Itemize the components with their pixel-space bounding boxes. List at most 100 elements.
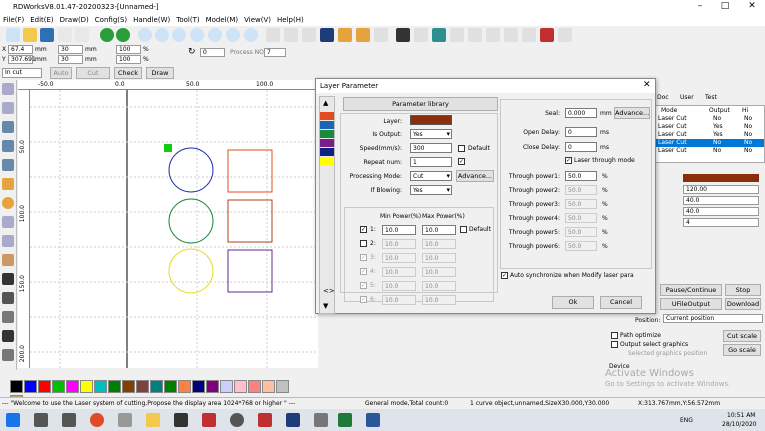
layer-color-item[interactable] bbox=[320, 112, 334, 120]
zoom-fit-icon[interactable] bbox=[172, 28, 186, 42]
power-row-checkbox[interactable]: ✓ bbox=[360, 226, 367, 233]
line-icon[interactable] bbox=[2, 121, 14, 133]
palette-color-swatch[interactable] bbox=[248, 380, 261, 393]
menu-view[interactable]: View(V) bbox=[241, 14, 274, 26]
curve-icon[interactable] bbox=[2, 159, 14, 171]
app6-icon[interactable] bbox=[314, 413, 328, 427]
menu-handle[interactable]: Handle(W) bbox=[130, 14, 173, 26]
min-power-field[interactable]: 10.0 bbox=[382, 281, 416, 291]
palette-color-swatch[interactable] bbox=[136, 380, 149, 393]
search-icon[interactable] bbox=[34, 413, 48, 427]
excel-icon[interactable] bbox=[338, 413, 352, 427]
point-icon[interactable] bbox=[2, 235, 14, 247]
layer-color-item[interactable] bbox=[320, 121, 334, 129]
close-icon[interactable]: ✕ bbox=[742, 1, 762, 11]
table-row[interactable]: Laser Cut Yes No bbox=[656, 131, 764, 139]
palette-color-swatch[interactable] bbox=[276, 380, 289, 393]
text-icon[interactable] bbox=[2, 216, 14, 228]
x-field[interactable]: 67.4 bbox=[8, 45, 33, 54]
seal-advance-button[interactable]: Advance... bbox=[614, 107, 650, 119]
download-button[interactable]: Download bbox=[725, 298, 761, 310]
table-row[interactable]: Laser Cut No No bbox=[656, 115, 764, 123]
dialog-close-icon[interactable]: ✕ bbox=[643, 80, 651, 90]
power-row-checkbox[interactable]: ✓ bbox=[360, 254, 367, 261]
measure-icon[interactable] bbox=[2, 349, 14, 361]
through-power-field[interactable]: 50.0 bbox=[565, 213, 597, 223]
stop-button[interactable]: Stop bbox=[725, 284, 761, 296]
palette-color-swatch[interactable] bbox=[234, 380, 247, 393]
repeat-field[interactable]: 1 bbox=[410, 157, 452, 167]
camera-icon[interactable] bbox=[396, 28, 410, 42]
cancel-button[interactable]: Cancel bbox=[600, 296, 642, 309]
layer-color-item[interactable] bbox=[320, 130, 334, 138]
undo-icon[interactable] bbox=[100, 28, 114, 42]
max-power-field[interactable]: 10.0 bbox=[422, 225, 456, 235]
zoom-page-icon[interactable] bbox=[190, 28, 204, 42]
auto-button[interactable]: Auto bbox=[50, 67, 72, 79]
drawing-canvas[interactable] bbox=[30, 90, 318, 368]
palette-color-swatch[interactable] bbox=[24, 380, 37, 393]
through-power-field[interactable]: 50.0 bbox=[565, 199, 597, 209]
rotate-icon[interactable]: ↻ bbox=[188, 47, 196, 57]
red-tool-icon[interactable] bbox=[540, 28, 554, 42]
chrome-icon[interactable] bbox=[90, 413, 104, 427]
export-icon[interactable] bbox=[75, 28, 89, 42]
tab-user[interactable]: User bbox=[680, 94, 694, 101]
palette-color-swatch[interactable] bbox=[164, 380, 177, 393]
advance-button[interactable]: Advance... bbox=[456, 170, 494, 182]
menu-tool[interactable]: Tool(T) bbox=[173, 14, 202, 26]
windows-start-icon[interactable] bbox=[6, 413, 20, 427]
through-power-field[interactable]: 50.0 bbox=[565, 227, 597, 237]
flip-icon[interactable] bbox=[2, 292, 14, 304]
scroll-up-icon[interactable]: ▲ bbox=[323, 99, 328, 107]
path-optimize-checkbox[interactable] bbox=[611, 332, 618, 339]
laser-through-checkbox[interactable]: ✓ bbox=[565, 157, 572, 164]
rect-tool-icon[interactable] bbox=[504, 28, 518, 42]
bitmap-icon[interactable] bbox=[2, 254, 14, 266]
ellipse-icon[interactable] bbox=[2, 197, 14, 209]
layer-color-box[interactable] bbox=[410, 115, 452, 125]
scroll-left-right-icon[interactable]: <> bbox=[323, 287, 335, 295]
smooth-icon[interactable] bbox=[284, 28, 298, 42]
palette-color-swatch[interactable] bbox=[192, 380, 205, 393]
cut-mode-select[interactable]: In cut bbox=[2, 68, 42, 78]
app3-icon[interactable] bbox=[202, 413, 216, 427]
bezier-tool-icon[interactable] bbox=[558, 28, 572, 42]
default-power-checkbox[interactable] bbox=[460, 226, 467, 233]
speed-field[interactable]: 300 bbox=[410, 143, 452, 153]
text-tool-icon[interactable] bbox=[522, 28, 536, 42]
rect-icon[interactable] bbox=[2, 178, 14, 190]
palette-color-swatch[interactable] bbox=[206, 380, 219, 393]
through-power-field[interactable]: 50.0 bbox=[565, 171, 597, 181]
scissors-icon[interactable] bbox=[414, 28, 428, 42]
menu-model[interactable]: Model(M) bbox=[203, 14, 242, 26]
position-select[interactable]: Current position bbox=[663, 314, 763, 323]
cut-scale-button[interactable]: Cut scale bbox=[723, 330, 761, 342]
min-power-field[interactable]: 10.0 bbox=[382, 225, 416, 235]
layer-color-item[interactable] bbox=[320, 148, 334, 156]
zoom-out-icon[interactable] bbox=[155, 28, 169, 42]
delete-icon[interactable] bbox=[2, 273, 14, 285]
open-delay-field[interactable]: 0 bbox=[565, 127, 597, 137]
m-tool-icon[interactable] bbox=[432, 28, 446, 42]
node-icon[interactable] bbox=[2, 102, 14, 114]
param-field[interactable]: 120.00 bbox=[683, 185, 759, 194]
app4-icon[interactable] bbox=[230, 413, 244, 427]
palette-color-swatch[interactable] bbox=[150, 380, 163, 393]
min-power-field[interactable]: 10.0 bbox=[382, 239, 416, 249]
close-curve-icon[interactable] bbox=[302, 28, 316, 42]
power-row-checkbox[interactable]: ✓ bbox=[360, 282, 367, 289]
cut-in-out-button[interactable]: Cut In/Out bbox=[76, 67, 110, 88]
through-power-field[interactable]: 50.0 bbox=[565, 241, 597, 251]
draw-button[interactable]: Draw bbox=[146, 67, 174, 79]
import-icon[interactable] bbox=[58, 28, 72, 42]
grid-icon[interactable] bbox=[2, 330, 14, 342]
angle-field[interactable]: 0 bbox=[200, 48, 225, 57]
auto-sync-checkbox[interactable]: ✓ bbox=[501, 272, 508, 279]
redo-icon[interactable] bbox=[116, 28, 130, 42]
layer-color-item[interactable] bbox=[320, 157, 334, 165]
align-icon[interactable] bbox=[450, 28, 464, 42]
max-power-field[interactable]: 10.0 bbox=[422, 281, 456, 291]
menu-config[interactable]: Config(S) bbox=[92, 14, 130, 26]
power-row-checkbox[interactable]: ✓ bbox=[360, 268, 367, 275]
